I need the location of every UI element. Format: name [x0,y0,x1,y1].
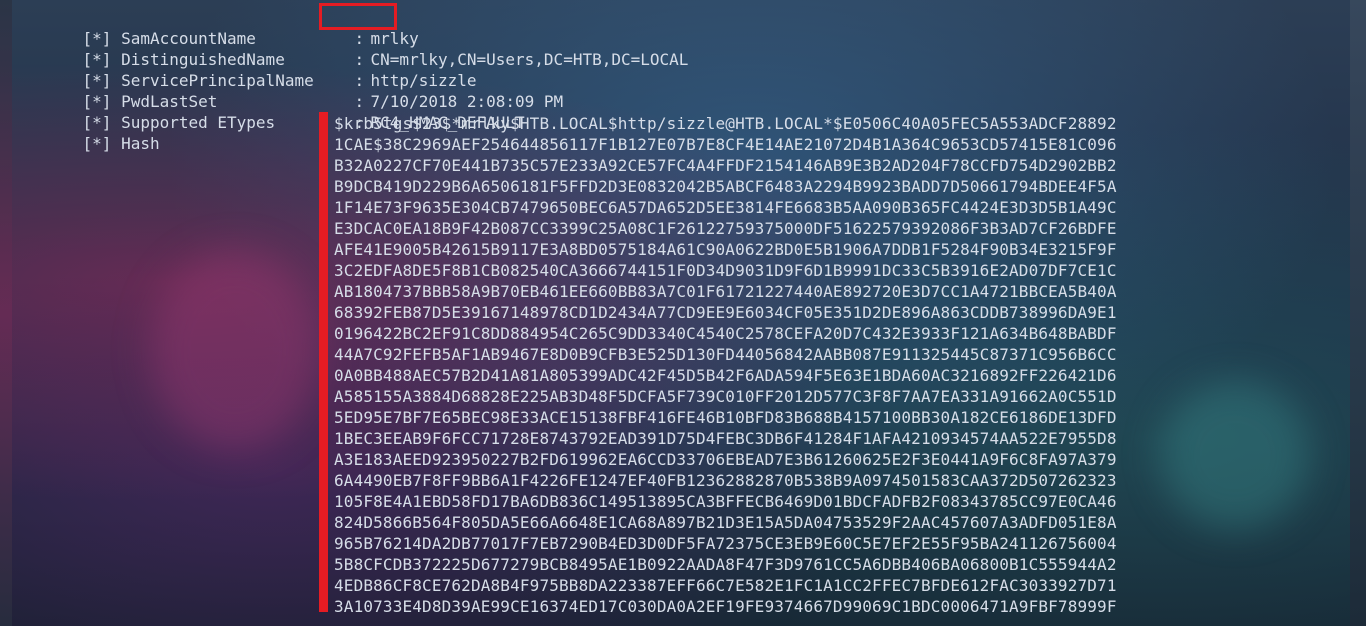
hash-line: AB1804737BBB58A9B70EB461EE660BB83A7C01F6… [334,282,1117,301]
hash-line: 965B76214DA2DB77017F7EB7290B4ED3D0DF5FA7… [334,534,1117,553]
field-row-hash: [*] Hash [44,112,355,153]
terminal-window[interactable]: [*] SamAccountName: mrlky [*] Distinguish… [0,0,1366,626]
hash-line: 5B8CFCDB372225D677279BCB8495AE1B0922AADA… [334,555,1117,574]
hash-line: 5ED95E7BF7E65BEC98E33ACE15138FBF416FE46B… [334,408,1117,427]
hash-line: B9DCB419D229B6A6506181F5FFD2D3E0832042B5… [334,177,1117,196]
hash-line: 4EDB86CF8CE762DA8B4F975BB8DA223387EFF66C… [334,576,1117,595]
hash-line: 0196422BC2EF91C8DD884954C265C9DD3340C454… [334,324,1117,343]
field-row-pwdlastset: [*] PwdLastSet:7/10/2018 2:08:09 PM [44,70,564,111]
hash-line: 6A4490EB7F8FF9BB6A1F4226FE1247EF40FB1236… [334,471,1117,490]
field-row-serviceprincipalname: [*] ServicePrincipalName: http/sizzle [44,49,477,90]
hash-line: 68392FEB87D5E39167148978CD1D2434A77CD9EE… [334,303,1117,322]
hash-line: 105F8E4A1EBD58FD17BA6DB836C149513895CA3B… [334,492,1117,511]
hash-line: 44A7C92FEFB5AF1AB9467E8D0B9CFB3E525D130F… [334,345,1117,364]
hash-line: 0A0BB488AEC57B2D41A81A805399ADC42F45D5B4… [334,366,1117,385]
right-edge-strip [1350,0,1366,626]
hash-line: $krb5tgs$23$*mrlky$HTB.LOCAL$http/sizzle… [334,114,1117,133]
hash-line: A585155A3884D68828E225AB3D48F5DCFA5F739C… [334,387,1117,406]
left-edge-strip [0,0,12,626]
hash-line: 3A10733E4D8D39AE99CE16374ED17C030DA0A2EF… [334,597,1117,616]
background-glow-right [1160,380,1310,530]
hash-line: AFE41E9005B42615B9117E3A8BD0575184A61C90… [334,240,1117,259]
field-row-distinguishedname: [*] DistinguishedName: CN=mrlky,CN=Users,… [44,28,689,69]
username-highlight-box [319,3,397,30]
hash-line: 1BEC3EEAB9F6FCC71728E8743792EAD391D75D4F… [334,429,1117,448]
hash-highlight-bar [319,112,328,612]
hash-line: 824D5866B564F805DA5E66A6648E1CA68A897B21… [334,513,1117,532]
field-row-supported-etypes: [*] Supported ETypes: RC4_HMAC_DEFAULT [44,91,525,132]
hash-output: $krb5tgs$23$*mrlky$HTB.LOCAL$http/sizzle… [334,113,1117,617]
hash-line: E3DCAC0EA18B9F42B087CC3399C25A08C1F26122… [334,219,1117,238]
hash-line: 3C2EDFA8DE5F8B1CB082540CA3666744151F0D34… [334,261,1117,280]
hash-line: 1F14E73F9635E304CB7479650BEC6A57DA652D5E… [334,198,1117,217]
hash-line: B32A0227CF70E441B735C57E233A92CE57FC4A4F… [334,156,1117,175]
hash-line: 1CAE$38C2969AEF254644856117F1B127E07B7E8… [334,135,1117,154]
field-label: [*] Hash [82,134,160,153]
background-glow-left [150,250,320,450]
hash-line: A3E183AEED923950227B2FD619962EA6CCD33706… [334,450,1117,469]
